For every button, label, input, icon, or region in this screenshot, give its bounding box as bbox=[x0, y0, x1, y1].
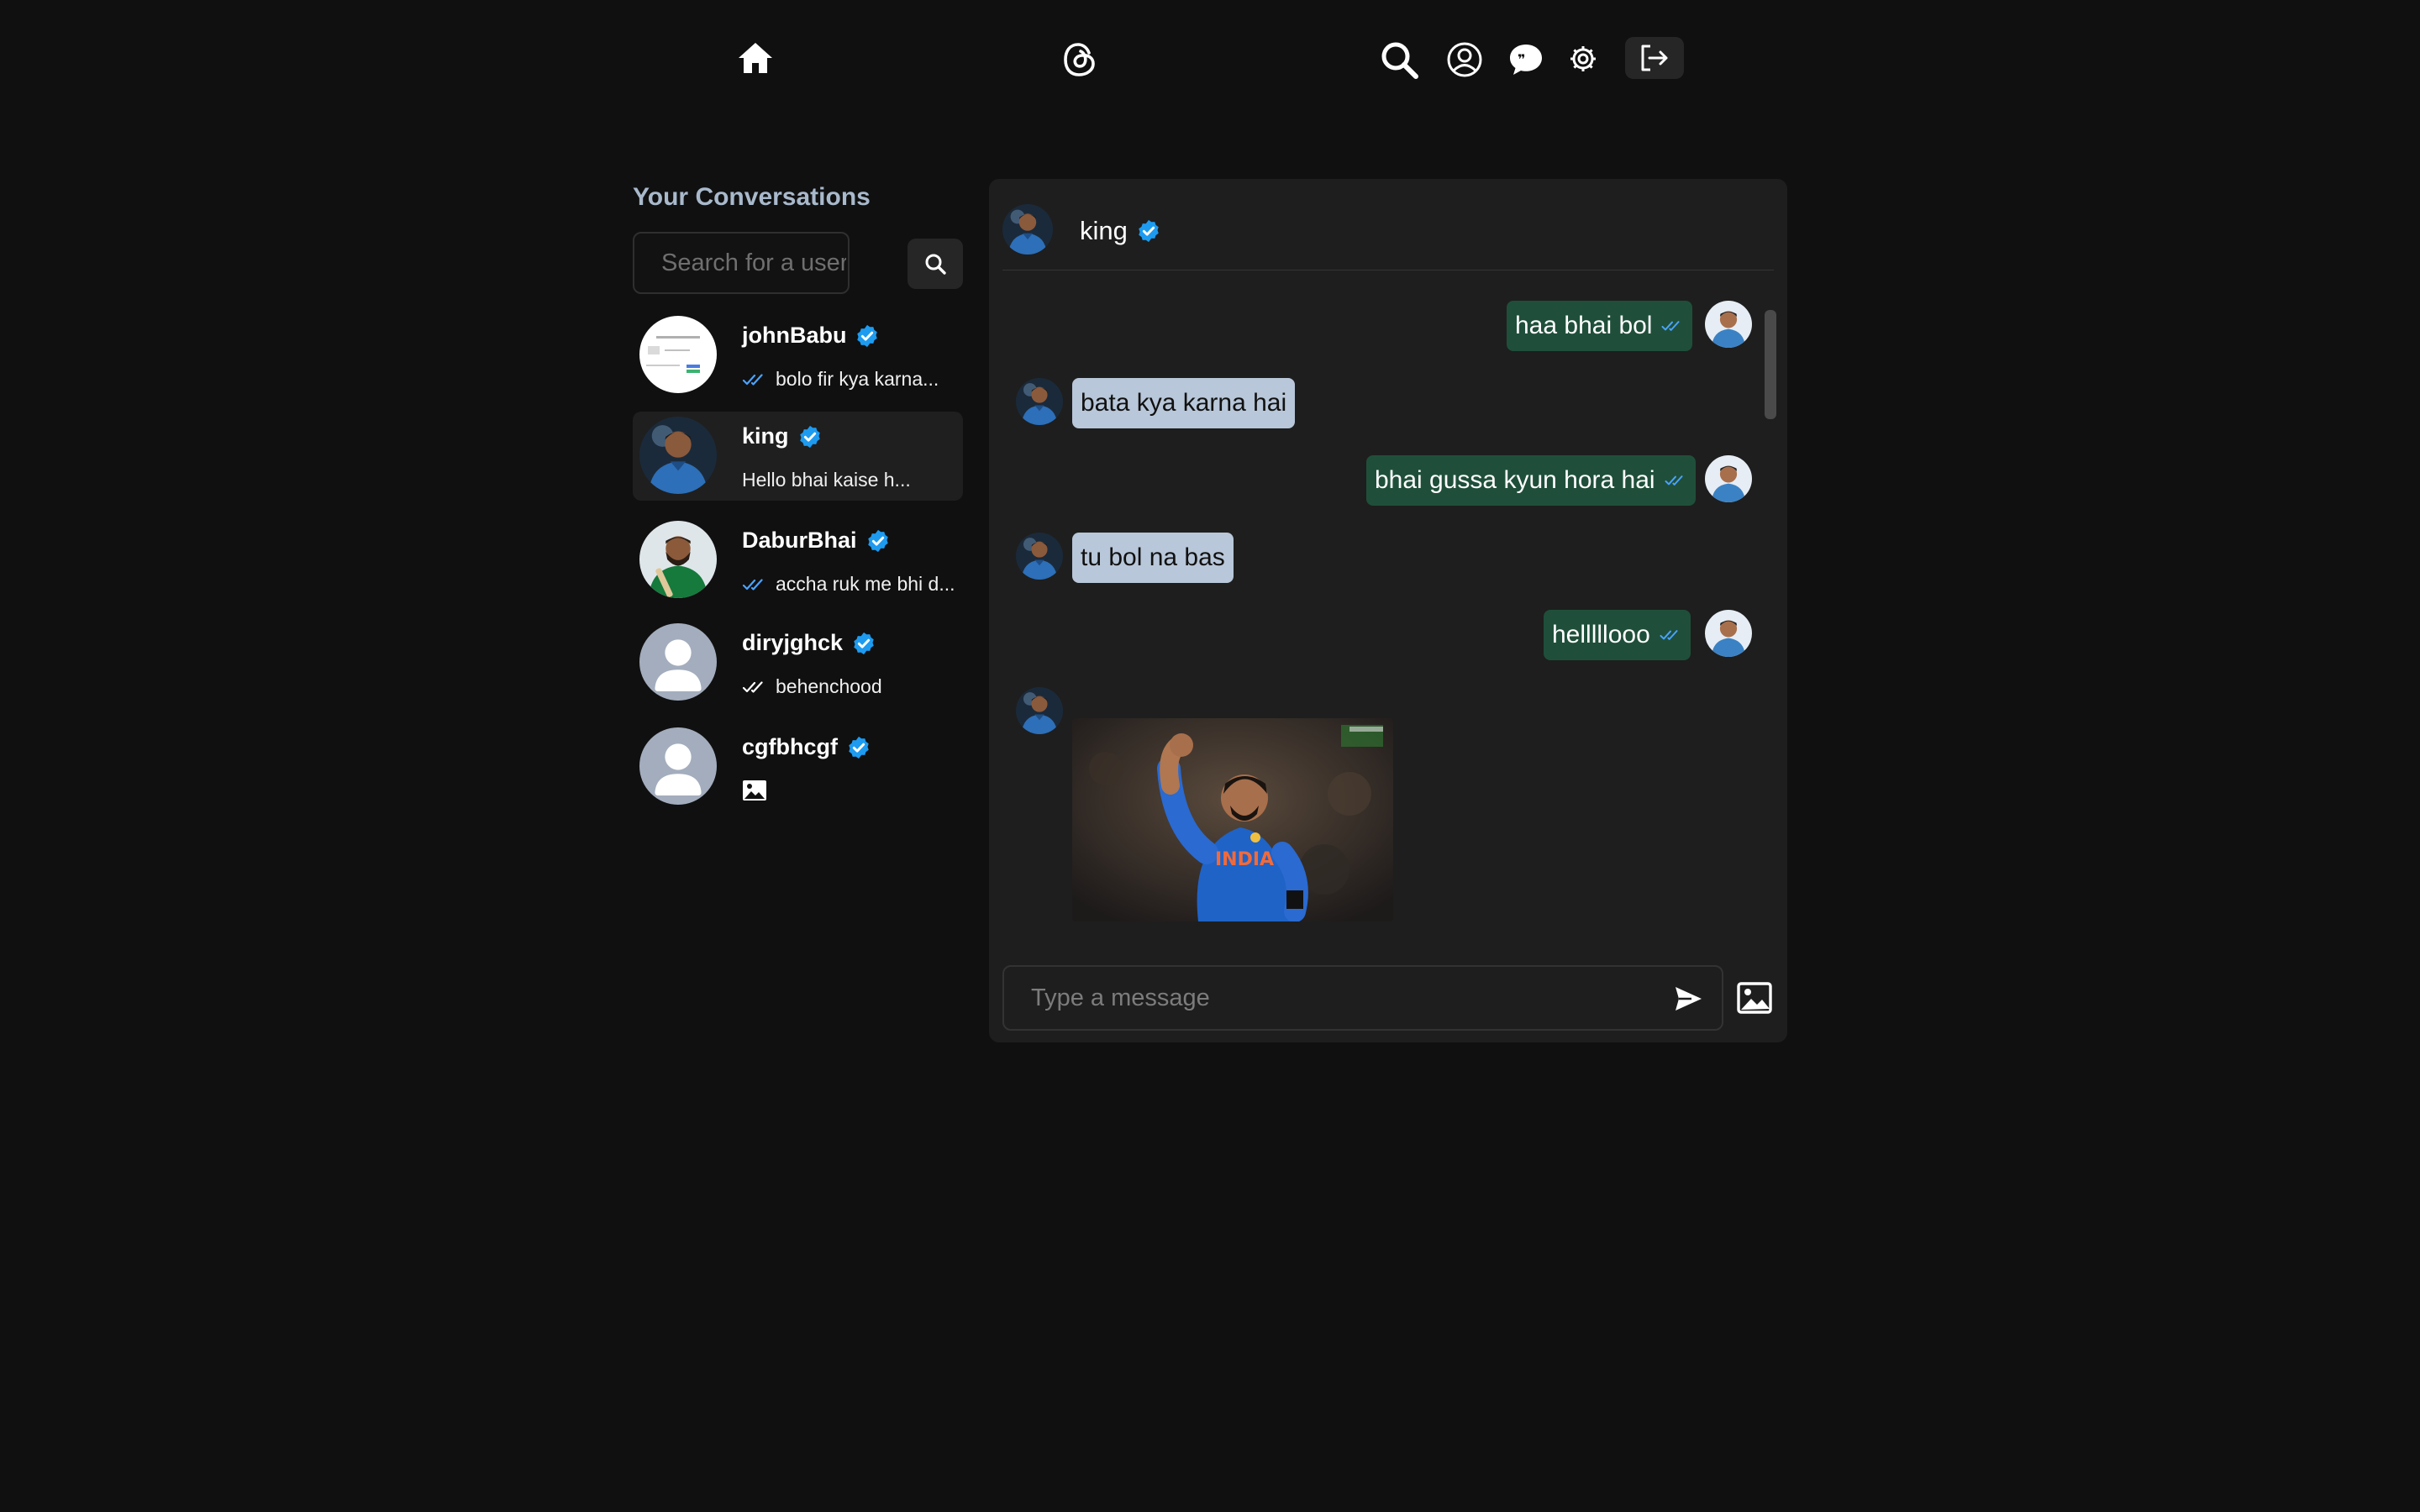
user-search-field[interactable] bbox=[633, 232, 850, 294]
message-input-field[interactable] bbox=[1002, 965, 1723, 1031]
send-icon[interactable] bbox=[1673, 984, 1703, 1014]
chat-icon[interactable]: ❞ bbox=[1504, 39, 1548, 81]
svg-text:❞: ❞ bbox=[1518, 51, 1525, 67]
seen-ticks-icon bbox=[742, 372, 767, 387]
partner-avatar bbox=[1016, 687, 1063, 734]
outgoing-message: bhai gussa kyun hora hai bbox=[1366, 455, 1696, 506]
image-message[interactable]: INDIA bbox=[1072, 718, 1393, 921]
my-avatar bbox=[1705, 301, 1752, 348]
partner-avatar bbox=[1016, 378, 1063, 425]
search-icon[interactable] bbox=[1376, 37, 1422, 82]
message-text: tu bol na bas bbox=[1081, 543, 1225, 571]
message-text: haa bhai bol bbox=[1515, 312, 1653, 339]
conversation-name: johnBabu bbox=[742, 323, 847, 348]
chat-partner-name: king bbox=[1080, 216, 1128, 245]
outgoing-message: haa bhai bol bbox=[1507, 301, 1693, 351]
threads-logo-icon[interactable] bbox=[1057, 37, 1102, 82]
avatar bbox=[639, 521, 717, 598]
conversation-name: cgfbhcgf bbox=[742, 734, 838, 759]
incoming-message: bata kya karna hai bbox=[1072, 378, 1296, 428]
image-icon bbox=[743, 780, 766, 801]
conversation-name: king bbox=[742, 423, 789, 449]
settings-icon[interactable] bbox=[1565, 40, 1602, 77]
profile-icon[interactable] bbox=[1444, 39, 1486, 81]
last-message: behenchood bbox=[776, 675, 882, 697]
chat-panel: king haa bhai bol bata kya karna hai bha… bbox=[989, 179, 1787, 1042]
messages-scrollbar[interactable] bbox=[1765, 310, 1776, 419]
my-avatar bbox=[1705, 610, 1752, 657]
conversation-name: diryjghck bbox=[742, 630, 844, 655]
svg-text:INDIA: INDIA bbox=[1215, 849, 1274, 870]
conversation-name: DaburBhai bbox=[742, 528, 857, 553]
my-avatar bbox=[1705, 455, 1752, 502]
partner-avatar bbox=[1016, 533, 1063, 580]
attach-image-icon[interactable] bbox=[1737, 982, 1772, 1014]
verified-badge-icon bbox=[797, 424, 823, 449]
conversations-title: Your Conversations bbox=[633, 183, 871, 211]
user-search-input[interactable] bbox=[660, 248, 848, 278]
incoming-message: tu bol na bas bbox=[1072, 533, 1234, 583]
avatar bbox=[639, 417, 717, 494]
conversation-item-diryjghck[interactable]: diryjghck behenchood bbox=[633, 618, 963, 707]
search-icon bbox=[925, 254, 946, 275]
avatar bbox=[639, 316, 717, 393]
seen-ticks-icon bbox=[1659, 628, 1682, 642]
seen-ticks-icon bbox=[1660, 319, 1684, 333]
conversation-item-daburbhai[interactable]: DaburBhai accha ruk me bhi d... bbox=[633, 516, 963, 605]
chat-partner-avatar[interactable] bbox=[1002, 204, 1053, 255]
default-avatar-icon bbox=[639, 727, 717, 805]
home-icon[interactable] bbox=[733, 37, 778, 79]
last-message: accha ruk me bhi d... bbox=[776, 573, 955, 595]
verified-badge-icon bbox=[855, 323, 880, 349]
last-message: Hello bhai kaise h... bbox=[742, 469, 911, 491]
conversation-item-king[interactable]: king Hello bhai kaise h... bbox=[633, 412, 963, 501]
logout-icon[interactable] bbox=[1625, 37, 1684, 79]
message-text: bata kya karna hai bbox=[1081, 389, 1287, 417]
search-user-button[interactable] bbox=[908, 239, 963, 289]
last-message: bolo fir kya karna... bbox=[776, 368, 939, 390]
default-avatar-icon bbox=[639, 623, 717, 701]
conversation-item-cgfbhcgf[interactable]: cgfbhcgf bbox=[633, 722, 963, 811]
conversation-item-johnbabu[interactable]: johnBabu bolo fir kya karna... bbox=[633, 311, 963, 400]
message-input[interactable] bbox=[1029, 983, 1621, 1013]
verified-badge-icon bbox=[1136, 218, 1161, 244]
seen-ticks-icon bbox=[742, 577, 767, 592]
seen-ticks-icon bbox=[742, 680, 767, 695]
seen-ticks-icon bbox=[1664, 474, 1687, 487]
verified-badge-icon bbox=[846, 735, 871, 760]
message-text: helllllooo bbox=[1552, 621, 1650, 648]
chat-header: king bbox=[1002, 204, 1774, 270]
verified-badge-icon bbox=[865, 528, 891, 554]
message-text: bhai gussa kyun hora hai bbox=[1375, 466, 1655, 494]
verified-badge-icon bbox=[851, 631, 876, 656]
outgoing-message: helllllooo bbox=[1544, 610, 1691, 660]
